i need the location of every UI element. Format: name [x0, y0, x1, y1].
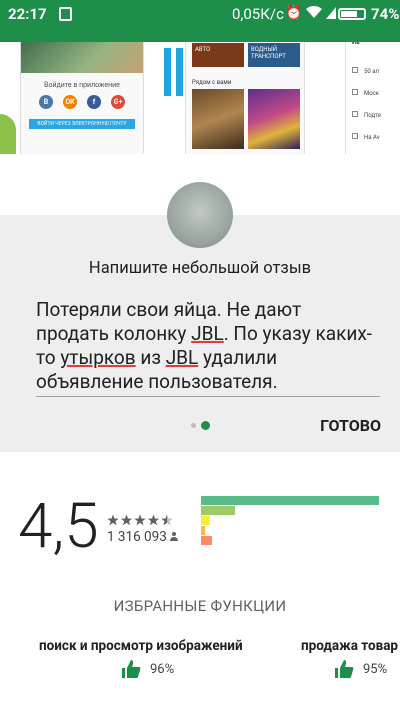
rating-value: 4,5 — [18, 490, 99, 563]
battery-percent: 74% — [371, 5, 400, 23]
listing-image — [192, 89, 244, 149]
signal-icon — [326, 7, 336, 23]
star-icon — [120, 514, 133, 526]
rating-bar-1 — [201, 536, 212, 545]
spellcheck-word: утырков — [60, 346, 136, 369]
rating-section: 4,5 1 316 093 ИЗБРАННЫЕ ФУНКЦИИ поиск и … — [0, 452, 400, 711]
person-icon — [169, 532, 178, 541]
status-bar: 22:17 0,05К/с ⏰ 74% — [0, 0, 400, 28]
sim-icon — [59, 7, 72, 21]
rating-bar-3 — [201, 516, 210, 525]
page-dot — [191, 423, 196, 428]
feature-percent: 96% — [150, 662, 175, 677]
feature-name: продажа товар — [301, 638, 399, 654]
screenshot-login[interactable]: Войдите в приложение В ОК f G+ ВОЙТИ ЧЕР… — [20, 42, 144, 154]
category-tile-water: ВОДНЫЙ ТРАНСПОРТ — [248, 43, 300, 67]
spellcheck-word: JBL — [191, 322, 224, 345]
star-icon — [107, 514, 119, 526]
review-card: Напишите небольшой отзыв Потеряли свои я… — [0, 215, 400, 452]
features-title: ИЗБРАННЫЕ ФУНКЦИИ — [113, 597, 287, 615]
screenshots-carousel[interactable]: Войдите в приложение В ОК f G+ ВОЙТИ ЧЕР… — [0, 42, 400, 154]
page-dot-active — [201, 421, 210, 430]
facebook-icon: f — [87, 95, 101, 109]
decorative-bar — [164, 48, 171, 96]
thumbs-up-icon — [122, 660, 141, 678]
listing-image — [248, 89, 300, 149]
network-speed: 0,05К/с — [232, 5, 284, 23]
alarm-icon: ⏰ — [285, 5, 303, 21]
review-text-input[interactable]: Потеряли свои яйца. Не дают продать коло… — [36, 298, 376, 394]
category-tile-auto: АВТО — [192, 43, 244, 67]
user-avatar — [167, 182, 233, 248]
rating-bar-2 — [201, 526, 205, 535]
profile-row: На Av — [352, 133, 380, 141]
review-heading: Напишите небольшой отзыв — [88, 259, 312, 278]
profile-row: 50 ал — [352, 67, 379, 75]
nearby-label: Рядом с вами — [192, 79, 232, 86]
rating-bar-5 — [201, 496, 379, 505]
decorative-shape — [0, 114, 16, 154]
decorative-bar — [176, 48, 183, 96]
feature-percent: 95% — [363, 662, 388, 677]
input-underline — [36, 396, 380, 397]
screenshot-profile[interactable]: Ив 50 ал Моск Подте На Av — [345, 42, 400, 154]
profile-name: Ив — [352, 42, 360, 46]
spellcheck-word: JBL — [165, 346, 199, 369]
feature-name: поиск и просмотр изображений — [39, 638, 243, 654]
login-photo — [21, 42, 143, 73]
profile-row: Подте — [352, 111, 381, 119]
done-button[interactable]: ГОТОВО — [320, 416, 381, 435]
vk-icon: В — [39, 95, 53, 109]
battery-icon — [338, 8, 366, 20]
star-icon — [134, 514, 146, 526]
ok-icon: ОК — [63, 95, 77, 109]
social-buttons: В ОК f G+ — [21, 95, 143, 109]
thumbs-up-icon — [335, 660, 354, 678]
rating-count: 1 316 093 — [107, 529, 178, 545]
star-icon — [147, 514, 160, 526]
login-caption: Войдите в приложение — [44, 81, 120, 89]
app-header-strip — [0, 28, 400, 42]
google-plus-icon: G+ — [111, 95, 125, 109]
screenshot-categories[interactable]: АВТО ВОДНЫЙ ТРАНСПОРТ Рядом с вами — [185, 42, 305, 154]
status-time: 22:17 — [8, 5, 47, 23]
email-login-button: ВОЙТИ ЧЕРЕЗ ЭЛЕКТРОННУЮ ПОЧТУ — [29, 119, 135, 129]
star-icon — [161, 514, 173, 526]
rating-bar-4 — [201, 506, 235, 515]
profile-row: Моск — [352, 89, 379, 97]
wifi-icon — [305, 5, 323, 23]
